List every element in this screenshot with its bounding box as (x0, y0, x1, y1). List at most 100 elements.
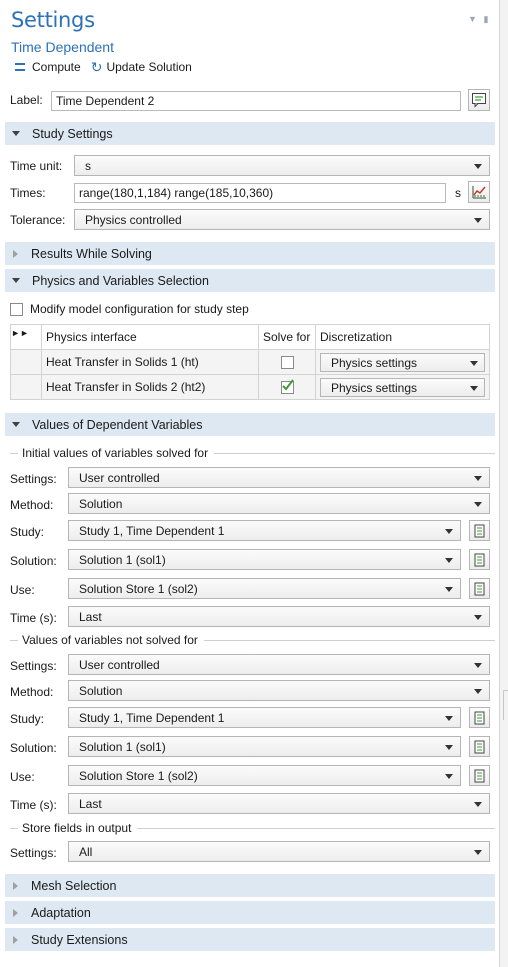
iv-use-goto-button[interactable] (469, 578, 490, 599)
dropdown-arrow-icon[interactable]: ▼ (468, 14, 477, 24)
section-results-while-solving[interactable]: Results While Solving (5, 242, 495, 265)
chevron-down-icon (445, 529, 453, 534)
discretization-select[interactable]: Physics settings (320, 352, 485, 372)
compute-button[interactable]: Compute (15, 60, 81, 74)
update-solution-button[interactable]: ↻ Update Solution (87, 60, 192, 74)
panel-controls[interactable]: ▼ ▮ (468, 14, 488, 25)
row-handle[interactable] (10, 349, 42, 375)
physics-interface-name: Heat Transfer in Solids 2 (ht2) (41, 374, 259, 400)
times-input[interactable]: range(180,1,184) range(185,10,360) (74, 183, 446, 203)
solve-for-cell[interactable] (258, 349, 316, 375)
iv-method-select[interactable]: Solution (68, 493, 490, 514)
right-panel-edge (500, 0, 508, 967)
ns-settings-select[interactable]: User controlled (68, 654, 490, 675)
expand-icon (13, 935, 18, 944)
settings-panel: Settings ▼ ▮ Time Dependent Compute ↻ Up… (0, 0, 500, 967)
section-title: Physics and Variables Selection (32, 273, 209, 288)
compute-icon (15, 63, 25, 71)
solve-for-cell[interactable] (258, 374, 316, 400)
collapse-icon (12, 131, 20, 136)
section-physics-selection[interactable]: Physics and Variables Selection (5, 269, 495, 292)
label-options-button[interactable] (468, 89, 490, 111)
row-handle[interactable] (10, 374, 42, 400)
iv-time-select[interactable]: Last (68, 606, 490, 627)
double-chevron-icon: ►► (11, 328, 29, 338)
chevron-down-icon (474, 689, 482, 694)
iv-solution-goto-button[interactable] (469, 549, 490, 570)
iv-study-goto-button[interactable] (469, 520, 490, 541)
table-row[interactable]: Heat Transfer in Solids 2 (ht2) Physics … (10, 374, 490, 400)
tolerance-row: Tolerance: (10, 213, 65, 227)
goto-source-icon (474, 740, 484, 753)
iv-study-select[interactable]: Study 1, Time Dependent 1 (68, 520, 461, 541)
iv-time-label: Time (s): (10, 611, 57, 625)
discretization-select[interactable]: Physics settings (320, 377, 485, 397)
chevron-down-icon (470, 360, 478, 366)
chevron-down-icon (445, 774, 453, 779)
discretization-cell: Physics settings (315, 349, 490, 375)
section-title: Values of Dependent Variables (32, 417, 203, 432)
section-title: Study Settings (32, 126, 113, 141)
column-header: Discretization (315, 324, 490, 350)
table-header-expand[interactable]: ►► (10, 324, 42, 350)
iv-settings-select[interactable]: User controlled (68, 467, 490, 488)
modify-config-checkbox[interactable] (10, 302, 23, 316)
chevron-down-icon (474, 502, 482, 507)
modify-config-row[interactable]: Modify model configuration for study ste… (10, 302, 249, 316)
ns-study-select[interactable]: Study 1, Time Dependent 1 (68, 707, 461, 728)
discretization-value: Physics settings (331, 380, 418, 395)
expand-icon (13, 908, 18, 917)
iv-solution-select[interactable]: Solution 1 (sol1) (68, 549, 461, 570)
modify-config-label: Modify model configuration for study ste… (30, 302, 249, 316)
label-row: Label: (10, 93, 43, 107)
iv-solution-label: Solution: (10, 554, 57, 568)
goto-source-icon (474, 711, 484, 724)
goto-source-icon (474, 553, 484, 566)
solve-for-checkbox[interactable] (280, 356, 294, 369)
ns-use-select[interactable]: Solution Store 1 (sol2) (68, 765, 461, 786)
refresh-icon: ↻ (90, 59, 103, 75)
table-row[interactable]: Heat Transfer in Solids 1 (ht) Physics s… (10, 349, 490, 375)
iv-settings-value: User controlled (79, 471, 160, 485)
ns-method-select[interactable]: Solution (68, 680, 490, 701)
ns-settings-label: Settings: (10, 659, 57, 673)
goto-source-icon (474, 524, 484, 537)
ns-method-label: Method: (10, 685, 54, 699)
group-title: Initial values of variables solved for (22, 446, 209, 460)
physics-table: ►► Physics interface Solve for Discretiz… (10, 324, 490, 400)
section-adaptation[interactable]: Adaptation (5, 901, 495, 924)
section-dependent-values[interactable]: Values of Dependent Variables (5, 413, 495, 436)
section-study-settings[interactable]: Study Settings (5, 122, 495, 145)
goto-source-icon (474, 582, 484, 595)
column-header: Physics interface (41, 324, 259, 350)
chevron-down-icon (474, 615, 482, 620)
ns-solution-goto-button[interactable] (469, 736, 490, 757)
solve-for-checkbox[interactable] (280, 379, 294, 394)
column-header: Solve for (258, 324, 316, 350)
chevron-down-icon (474, 218, 482, 223)
chevron-down-icon (474, 850, 482, 855)
pin-icon[interactable]: ▮ (483, 14, 488, 24)
label-input[interactable]: Time Dependent 2 (51, 91, 461, 111)
goto-source-icon (474, 769, 484, 782)
page-title: Settings (11, 8, 95, 32)
tolerance-select[interactable]: Physics controlled (74, 209, 490, 230)
time-unit-select[interactable]: s (74, 155, 490, 176)
iv-use-select[interactable]: Solution Store 1 (sol2) (68, 578, 461, 599)
ns-use-goto-button[interactable] (469, 765, 490, 786)
chevron-down-icon (474, 663, 482, 668)
range-icon (472, 186, 486, 199)
ns-method-value: Solution (79, 684, 123, 698)
section-mesh-selection[interactable]: Mesh Selection (5, 874, 495, 897)
section-study-extensions[interactable]: Study Extensions (5, 928, 495, 951)
tolerance-label: Tolerance: (10, 213, 66, 227)
sf-settings-select[interactable]: All (68, 841, 490, 862)
ns-time-select[interactable]: Last (68, 793, 490, 814)
range-button[interactable] (468, 181, 490, 203)
physics-interface-name: Heat Transfer in Solids 1 (ht) (41, 349, 259, 375)
ns-solution-select[interactable]: Solution 1 (sol1) (68, 736, 461, 757)
iv-settings-label: Settings: (10, 472, 57, 486)
ns-study-goto-button[interactable] (469, 707, 490, 728)
chevron-down-icon (474, 164, 482, 169)
label-caption: Label: (10, 93, 43, 107)
